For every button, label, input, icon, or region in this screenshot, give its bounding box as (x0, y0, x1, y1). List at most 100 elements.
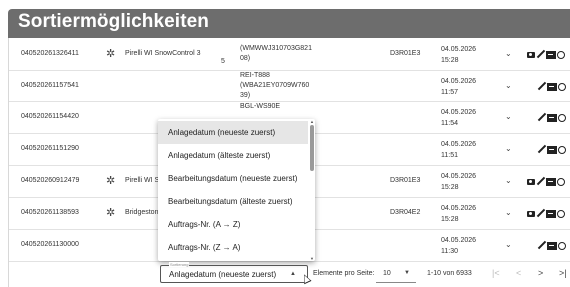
first-page-button[interactable]: |< (492, 268, 500, 278)
date-cell: 04.05.2026 11:54 (441, 107, 476, 129)
date-cell: 04.05.2026 15:28 (441, 171, 476, 193)
date-text: 04.05.2026 (441, 141, 477, 148)
order-id: 040520261154420 (21, 113, 79, 120)
chevron-down-icon[interactable]: ⌄ (505, 81, 512, 90)
sort-option[interactable]: Auftrags-Nr. (A → Z) (158, 213, 308, 236)
pencil-icon[interactable] (537, 241, 546, 250)
pencil-icon[interactable] (537, 145, 546, 154)
sort-option[interactable]: Bearbeitungsdatum (älteste zuerst) (158, 190, 308, 213)
last-page-button[interactable]: >| (559, 268, 567, 278)
chevron-up-icon: ▲ (290, 271, 296, 277)
card-icon[interactable] (547, 241, 557, 250)
sort-option[interactable]: Auftrags-Nr. (Z → A) (158, 236, 308, 259)
time-text: 15:28 (441, 216, 459, 223)
scroll-up-icon[interactable]: ▲ (310, 119, 314, 124)
time-text: 15:28 (441, 184, 459, 191)
card-icon[interactable] (547, 82, 557, 91)
sort-select-label: Sortierung (169, 262, 190, 267)
per-page-select[interactable]: 10 ▼ (376, 264, 416, 283)
tire-model-suffix: 5 (221, 58, 225, 65)
circle-icon[interactable] (557, 209, 565, 218)
vin-line: (WBA21EY0709W760 (240, 82, 310, 89)
date-text: 04.05.2026 (441, 109, 477, 116)
date-text: 04.05.2026 (441, 173, 477, 180)
table-row[interactable]: 040520261326411 ✲ Pirelli WI SnowControl 3… (9, 38, 570, 71)
date-cell: 04.05.2026 15:28 (441, 203, 476, 225)
pencil-icon[interactable] (537, 113, 546, 122)
chevron-down-icon[interactable]: ⌄ (505, 208, 512, 217)
pencil-icon[interactable] (536, 209, 545, 218)
vehicle-info: REI-T888 (WBA21EY0709W760 39) (240, 71, 310, 101)
sort-option[interactable]: Bearbeitungsdatum (neueste zuerst) (158, 167, 308, 190)
pencil-icon[interactable] (536, 50, 545, 59)
page-title: Sortiermöglichkeiten (18, 11, 209, 32)
pencil-icon[interactable] (536, 177, 545, 186)
chevron-down-icon[interactable]: ⌄ (505, 144, 512, 153)
pagination-range: 1-10 von 6933 (427, 270, 472, 277)
date-text: 04.05.2026 (441, 78, 477, 85)
order-id: 040520261130000 (21, 241, 79, 248)
sort-select[interactable]: Sortierung Anlagedatum (neueste zuerst) … (160, 262, 308, 283)
snowflake-icon: ✲ (106, 175, 116, 187)
next-page-button[interactable]: > (538, 268, 543, 278)
sort-dropdown-menu: ▲ ▼ Anlagedatum (neueste zuerst) Anlageda… (158, 119, 315, 261)
circle-icon[interactable] (558, 145, 566, 154)
row-actions (527, 113, 566, 122)
snowflake-icon: ✲ (106, 207, 116, 219)
camera-icon[interactable] (527, 178, 535, 185)
card-icon[interactable] (546, 209, 556, 218)
date-cell: 04.05.2026 11:30 (441, 235, 476, 257)
snowflake-icon: ✲ (106, 48, 116, 60)
chevron-down-icon[interactable]: ⌄ (505, 176, 512, 185)
row-actions (527, 241, 566, 250)
camera-icon[interactable] (527, 210, 535, 217)
row-actions (527, 145, 566, 154)
camera-icon[interactable] (527, 51, 535, 58)
circle-icon[interactable] (558, 241, 566, 250)
order-id: 040520261151290 (21, 145, 79, 152)
storage-code: D3R04E2 (390, 209, 421, 216)
time-text: 15:28 (441, 57, 459, 64)
sort-select-value: Anlagedatum (neueste zuerst) (169, 270, 277, 279)
row-actions (527, 50, 565, 59)
chevron-down-icon[interactable]: ⌄ (505, 112, 512, 121)
chevron-down-icon[interactable]: ⌄ (505, 49, 512, 58)
date-cell: 04.05.2026 11:57 (441, 76, 476, 98)
card-icon[interactable] (546, 50, 556, 59)
title-bar: Sortiermöglichkeiten (8, 9, 570, 38)
circle-icon[interactable] (557, 50, 565, 59)
date-text: 04.05.2026 (441, 237, 477, 244)
scroll-down-icon[interactable]: ▼ (310, 256, 314, 261)
vehicle-info: (WMWWJ310703G821 08) (240, 44, 312, 64)
sort-option[interactable]: Anlagedatum (älteste zuerst) (158, 144, 308, 167)
circle-icon[interactable] (558, 82, 566, 91)
time-text: 11:57 (441, 89, 458, 96)
time-text: 11:30 (441, 248, 458, 255)
sort-option[interactable]: Anlagedatum (neueste zuerst) (158, 121, 308, 144)
chevron-down-icon[interactable]: ⌄ (505, 240, 512, 249)
card-icon[interactable] (546, 177, 556, 186)
vin-line: 08) (240, 55, 251, 62)
card-icon[interactable] (547, 113, 557, 122)
tire-model: Pirelli WI S (125, 177, 160, 184)
license-plate: REI-T888 (240, 72, 270, 79)
order-id: 040520261157541 (21, 82, 79, 89)
dropdown-scrollbar[interactable] (310, 125, 314, 171)
tire-model: Pirelli WI SnowControl 3 (125, 50, 201, 57)
time-text: 11:54 (441, 120, 458, 127)
per-page-value: 10 (383, 270, 391, 277)
circle-icon[interactable] (558, 113, 566, 122)
date-cell: 04.05.2026 11:51 (441, 139, 476, 161)
row-actions (527, 177, 565, 186)
time-text: 11:51 (441, 152, 458, 159)
per-page-label: Elemente pro Seite: (313, 270, 375, 277)
storage-code: D3R01E3 (390, 50, 421, 57)
pencil-icon[interactable] (537, 82, 546, 91)
vin-line: 39) (240, 92, 251, 99)
previous-page-button[interactable]: < (516, 268, 521, 278)
circle-icon[interactable] (557, 177, 565, 186)
vin-line: (WMWWJ310703G821 (240, 45, 312, 52)
table-row[interactable]: 040520261157541 REI-T888 (WBA21EY0709W760 3… (9, 70, 570, 102)
storage-code: D3R01E3 (390, 177, 421, 184)
card-icon[interactable] (547, 145, 557, 154)
